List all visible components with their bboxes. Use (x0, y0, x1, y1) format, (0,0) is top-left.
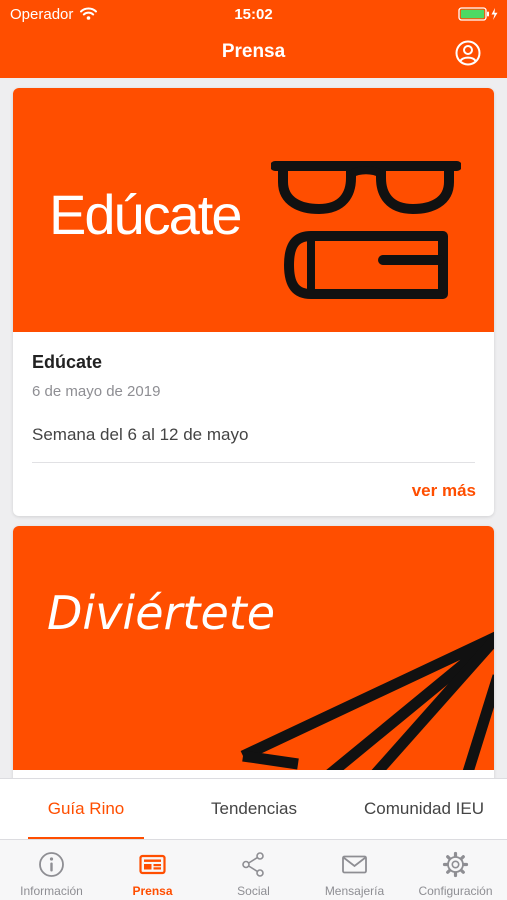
card-banner: Edúcate (13, 88, 494, 332)
tab-comunidad-ieu[interactable]: Comunidad IEU (350, 779, 498, 839)
read-more-link[interactable]: ver más (412, 481, 476, 501)
tabbar-item-social[interactable]: Social (203, 840, 304, 900)
card-description: Semana del 6 al 12 de mayo (32, 425, 249, 444)
tabbar-label: Social (237, 884, 270, 898)
card-banner: Diviértete (13, 526, 494, 770)
tabbar-item-configuracion[interactable]: Configuración (405, 840, 506, 900)
card-title: Edúcate (32, 352, 103, 372)
tab-guia-rino[interactable]: Guía Rino (18, 779, 154, 839)
news-card[interactable]: Edúcate Edúcate 6 de mayo de 2019 Semana… (13, 88, 494, 516)
tab-tendencias[interactable]: Tendencias (186, 779, 322, 839)
paper-plane-icon (240, 631, 494, 770)
share-icon (242, 852, 264, 877)
news-card[interactable]: Diviértete (13, 526, 494, 778)
glasses-book-icon (271, 161, 461, 299)
app-screen: Operador 15:02 Prensa Edúcate Edúcate 6 … (0, 0, 507, 900)
tabbar-label: Configuración (418, 884, 493, 898)
status-time: 15:02 (234, 6, 273, 23)
tabbar-item-mensajeria[interactable]: Mensajería (304, 840, 405, 900)
segment-tabs: Guía Rino Tendencias Comunidad IEU (0, 778, 507, 840)
active-tab-indicator (28, 837, 144, 839)
status-bar: Operador 15:02 (0, 0, 507, 28)
banner-text: Edúcate (49, 183, 242, 246)
newspaper-icon (139, 854, 166, 875)
card-divider (32, 462, 475, 463)
card-date: 6 de mayo de 2019 (32, 383, 161, 400)
tabbar-item-prensa[interactable]: Prensa (102, 840, 203, 900)
news-feed[interactable]: Edúcate Edúcate 6 de mayo de 2019 Semana… (0, 78, 507, 778)
gear-icon (442, 851, 469, 878)
battery-charging-icon (458, 7, 498, 21)
mail-icon (342, 855, 367, 874)
tabbar-label: Prensa (132, 884, 173, 898)
account-circle-icon[interactable] (455, 40, 481, 66)
info-icon (39, 852, 64, 877)
tabbar-item-informacion[interactable]: Información (1, 840, 102, 900)
tabbar-label: Mensajería (324, 884, 385, 898)
header: Operador 15:02 Prensa (0, 0, 507, 78)
page-title: Prensa (221, 41, 286, 62)
bottom-tab-bar: Información Prensa Social Mensajería Con… (0, 840, 507, 900)
tabbar-label: Información (20, 884, 83, 898)
